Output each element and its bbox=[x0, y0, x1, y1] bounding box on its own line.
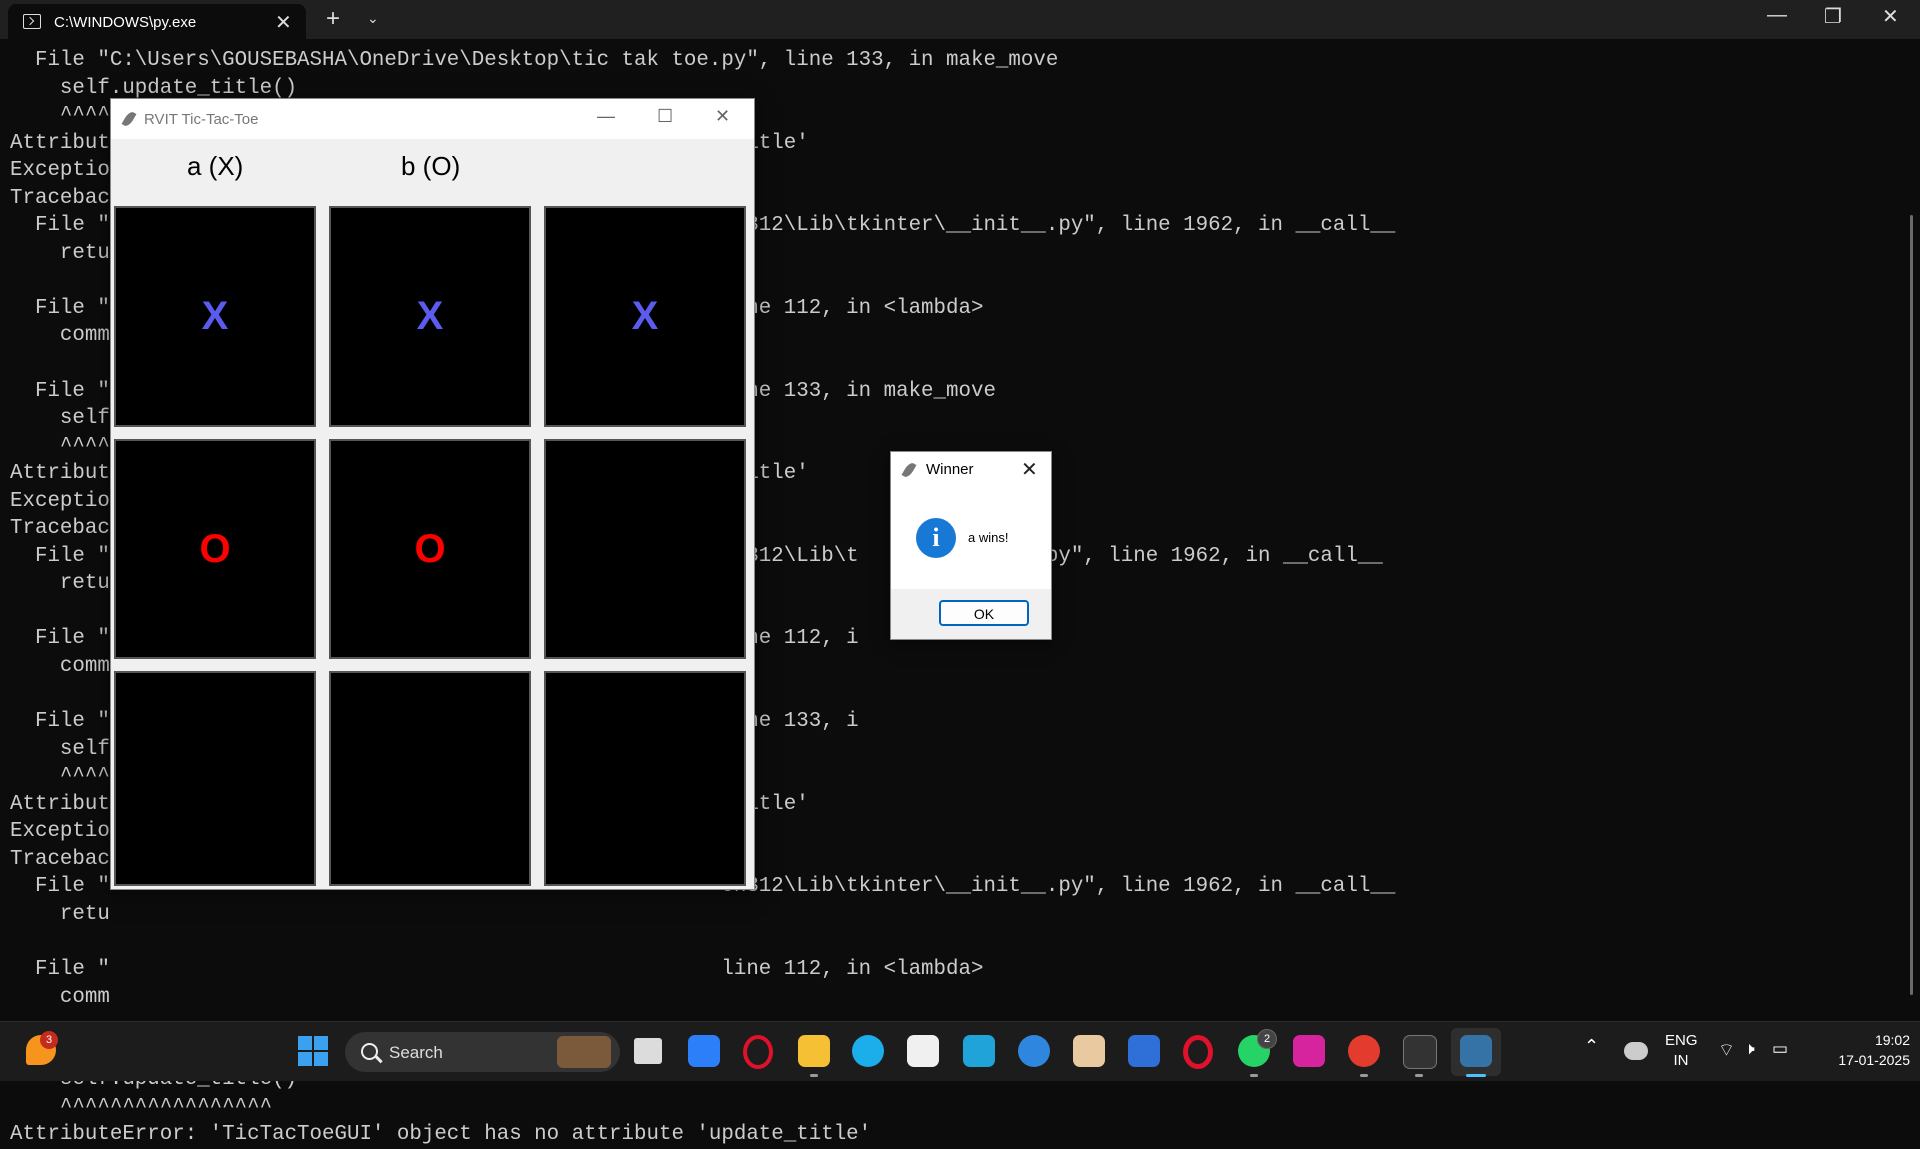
board-cell-9[interactable] bbox=[544, 671, 746, 886]
tictactoe-window: RVIT Tic-Tac-Toe — ☐ ✕ a (X) b (O) X X X… bbox=[110, 98, 755, 890]
board-cell-8[interactable] bbox=[329, 671, 531, 886]
myhp-icon[interactable] bbox=[963, 1035, 995, 1067]
tk-maximize-button[interactable]: ☐ bbox=[657, 106, 673, 127]
microsoft-365-icon[interactable] bbox=[1128, 1035, 1160, 1067]
search-icon bbox=[361, 1043, 378, 1060]
cell-mark: O bbox=[414, 526, 446, 571]
board-cell-7[interactable] bbox=[114, 671, 316, 886]
board-cell-4[interactable]: O bbox=[114, 439, 316, 659]
tk-window-title: RVIT Tic-Tac-Toe bbox=[144, 111, 259, 128]
winner-dialog: Winner ✕ i a wins! OK bbox=[890, 451, 1052, 640]
board-cell-6[interactable] bbox=[544, 439, 746, 659]
close-button[interactable]: ✕ bbox=[1882, 4, 1899, 29]
chevron-down-icon[interactable]: ⌄ bbox=[367, 10, 379, 27]
file-explorer-icon[interactable] bbox=[798, 1035, 830, 1067]
ok-button[interactable]: OK bbox=[939, 600, 1029, 626]
tk-close-button[interactable]: ✕ bbox=[715, 106, 730, 127]
feather-icon bbox=[901, 461, 917, 479]
python-icon[interactable] bbox=[1460, 1035, 1492, 1067]
photos-icon[interactable] bbox=[1073, 1035, 1105, 1067]
copilot-icon[interactable] bbox=[688, 1035, 720, 1067]
board-cell-2[interactable]: X bbox=[329, 206, 531, 427]
player-o-label: b (O) bbox=[401, 151, 461, 181]
running-indicator bbox=[1415, 1074, 1423, 1077]
close-tab-icon[interactable]: ✕ bbox=[275, 10, 292, 35]
chrome-icon[interactable] bbox=[1348, 1035, 1380, 1067]
terminal-titlebar: C:\WINDOWS\py.exe ✕ + ⌄ — ❐ ✕ bbox=[0, 0, 1920, 39]
instagram-icon[interactable] bbox=[1293, 1035, 1325, 1067]
cell-mark: X bbox=[201, 294, 229, 338]
terminal-scrollbar[interactable] bbox=[1910, 215, 1913, 995]
board-cell-3[interactable]: X bbox=[544, 206, 746, 427]
terminal-tab[interactable]: C:\WINDOWS\py.exe ✕ bbox=[8, 4, 306, 39]
onedrive-icon[interactable] bbox=[1624, 1042, 1648, 1060]
dialog-close-button[interactable]: ✕ bbox=[1021, 457, 1038, 482]
board-cell-1[interactable]: X bbox=[114, 206, 316, 427]
dialog-titlebar: Winner ✕ bbox=[891, 452, 1051, 488]
opera-gx-icon[interactable] bbox=[743, 1035, 773, 1069]
new-tab-button[interactable]: + bbox=[326, 5, 340, 33]
player-x-label: a (X) bbox=[187, 151, 244, 181]
cell-mark: X bbox=[416, 294, 444, 338]
clock-time[interactable]: 19:02 bbox=[1800, 1032, 1910, 1048]
search-highlight-image bbox=[557, 1036, 611, 1068]
restore-button[interactable]: ❐ bbox=[1824, 4, 1842, 29]
running-indicator bbox=[1250, 1074, 1258, 1077]
taskbar: 3 Search 2 ⌃ ENG IN ⌔ 🕨 ▭ 19:02 17-01-20… bbox=[0, 1021, 1920, 1081]
wifi-icon[interactable]: ⌔ bbox=[1718, 1039, 1735, 1062]
dialog-body: i a wins! bbox=[891, 488, 1051, 589]
tk-titlebar: RVIT Tic-Tac-Toe — ☐ ✕ bbox=[111, 99, 754, 139]
windows-start-icon[interactable] bbox=[297, 1035, 329, 1067]
tk-minimize-button[interactable]: — bbox=[597, 106, 615, 127]
terminal-tab-title: C:\WINDOWS\py.exe bbox=[54, 14, 197, 31]
dialog-title: Winner bbox=[926, 461, 974, 478]
notification-badge: 3 bbox=[40, 1031, 58, 1049]
board-cell-5[interactable]: O bbox=[329, 439, 531, 659]
feather-icon bbox=[121, 110, 137, 128]
search-label: Search bbox=[389, 1043, 443, 1062]
microsoft-store-icon[interactable] bbox=[907, 1035, 939, 1067]
cell-mark: X bbox=[631, 294, 659, 338]
whatsapp-badge: 2 bbox=[1257, 1029, 1277, 1049]
active-indicator bbox=[1466, 1074, 1486, 1077]
language-label[interactable]: ENG bbox=[1665, 1032, 1698, 1049]
minimize-button[interactable]: — bbox=[1767, 4, 1787, 27]
speaker-muted-icon[interactable]: 🕨 bbox=[1744, 1039, 1755, 1059]
region-label[interactable]: IN bbox=[1665, 1052, 1697, 1069]
dialog-message: a wins! bbox=[968, 530, 1009, 545]
taskbar-search[interactable]: Search bbox=[345, 1032, 620, 1072]
task-view-icon[interactable] bbox=[634, 1038, 662, 1064]
edge-icon[interactable] bbox=[852, 1035, 884, 1067]
chevron-up-icon[interactable]: ⌃ bbox=[1584, 1036, 1599, 1057]
console-icon bbox=[23, 14, 41, 29]
get-help-icon[interactable] bbox=[1018, 1035, 1050, 1067]
terminal-icon[interactable] bbox=[1403, 1035, 1437, 1069]
cell-mark: O bbox=[199, 526, 231, 571]
clock-date[interactable]: 17-01-2025 bbox=[1800, 1052, 1910, 1068]
running-indicator bbox=[810, 1074, 818, 1077]
opera-icon[interactable] bbox=[1183, 1035, 1213, 1069]
running-indicator bbox=[1360, 1074, 1368, 1077]
battery-icon[interactable]: ▭ bbox=[1772, 1039, 1788, 1059]
info-icon: i bbox=[916, 518, 956, 558]
